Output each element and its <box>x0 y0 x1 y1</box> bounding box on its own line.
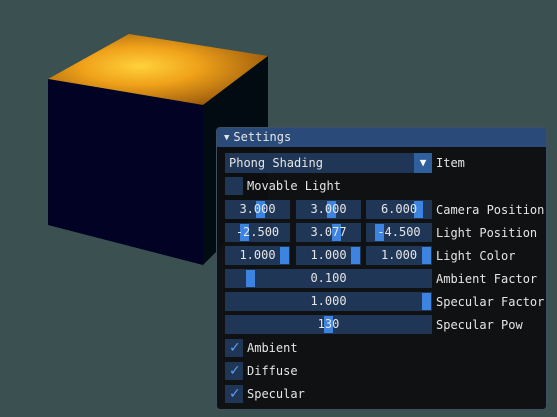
light-color-g-value: 1.000 <box>310 248 347 262</box>
specular-pow-value: 130 <box>317 317 340 331</box>
camera-position-y-value: 3.000 <box>310 202 347 216</box>
light-color-g[interactable]: 1.000 <box>296 246 361 265</box>
slider-grab[interactable] <box>245 270 255 287</box>
diffuse-label: Diffuse <box>247 364 298 378</box>
light-color-r[interactable]: 1.000 <box>225 246 290 265</box>
light-color-label: Light Color <box>436 249 516 263</box>
light-position-z-value: -4.500 <box>377 225 421 239</box>
camera-position-x[interactable]: 3.000 <box>225 200 290 219</box>
window-title: Settings <box>233 130 292 144</box>
slider-grab[interactable] <box>280 247 289 264</box>
light-position-x[interactable]: -2.500 <box>225 223 290 242</box>
checkmark-icon: ✓ <box>229 340 241 356</box>
diffuse-box[interactable]: ✓ <box>225 362 243 380</box>
specular-factor-slider[interactable]: 1.000 <box>225 292 432 311</box>
camera-position-y[interactable]: 3.000 <box>296 200 361 219</box>
specular-pow-label: Specular Pow <box>436 318 523 332</box>
settings-title-bar[interactable]: ▼ Settings <box>217 128 546 147</box>
specular-factor-value: 1.000 <box>310 294 347 308</box>
ambient-factor-slider[interactable]: 0.100 <box>225 269 432 288</box>
specular-box[interactable]: ✓ <box>225 385 243 403</box>
specular-factor-label: Specular Factor <box>436 295 545 309</box>
specular-label: Specular <box>247 387 305 401</box>
light-color-b[interactable]: 1.000 <box>366 246 432 265</box>
light-position-x-value: -2.500 <box>235 225 280 239</box>
light-color-r-value: 1.000 <box>239 248 276 262</box>
ambient-label: Ambient <box>247 341 298 355</box>
light-position-label: Light Position <box>436 226 538 240</box>
light-position-y[interactable]: 3.077 <box>296 223 361 242</box>
specular-pow-slider[interactable]: 130 <box>225 315 432 334</box>
light-position-z[interactable]: -4.500 <box>366 223 432 242</box>
light-color-b-value: 1.000 <box>380 248 418 262</box>
camera-position-z[interactable]: 6.000 <box>366 200 432 219</box>
checkmark-icon: ✓ <box>229 363 241 379</box>
movable-light-box[interactable] <box>225 177 243 195</box>
camera-position-x-value: 3.000 <box>239 202 276 216</box>
checkmark-icon: ✓ <box>229 386 241 402</box>
collapse-triangle-icon[interactable]: ▼ <box>224 133 229 143</box>
slider-grab[interactable] <box>351 247 360 264</box>
light-position-y-value: 3.077 <box>310 225 347 239</box>
ambient-factor-label: Ambient Factor <box>436 272 538 286</box>
ambient-factor-value: 0.100 <box>310 271 347 285</box>
ambient-box[interactable]: ✓ <box>225 339 243 357</box>
movable-light-label: Movable Light <box>247 179 341 193</box>
settings-window[interactable]: ▼ Settings Phong Shading ▼ Item Movable L… <box>216 127 547 410</box>
cube-front-face <box>48 79 203 265</box>
item-combo-value: Phong Shading <box>229 156 323 170</box>
combo-arrow-icon[interactable]: ▼ <box>414 153 432 173</box>
slider-grab[interactable] <box>422 293 431 310</box>
camera-position-z-value: 6.000 <box>380 202 418 216</box>
camera-position-label: Camera Position <box>436 203 545 217</box>
item-label: Item <box>436 156 465 170</box>
item-combo[interactable]: Phong Shading ▼ <box>225 153 432 173</box>
slider-grab[interactable] <box>422 247 431 264</box>
